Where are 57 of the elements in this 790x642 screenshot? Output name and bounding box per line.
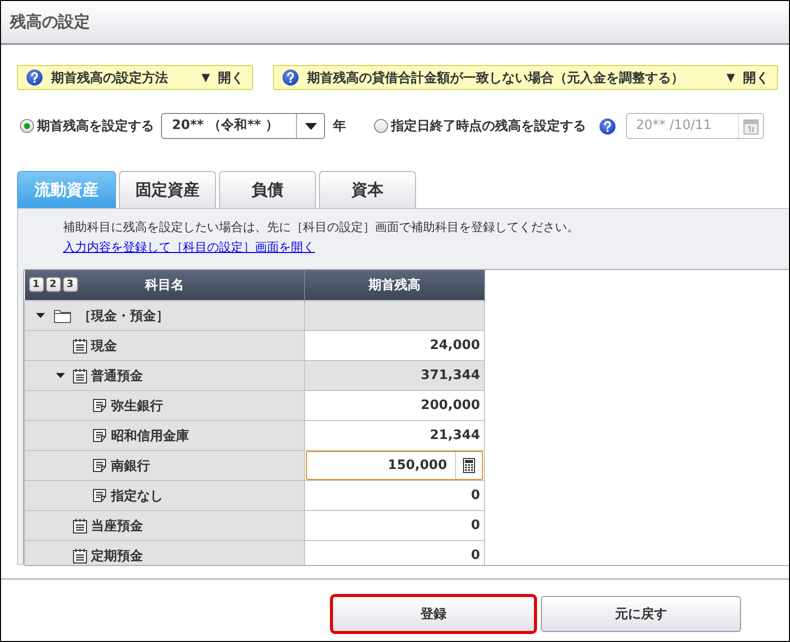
- level-button[interactable]: 1: [28, 277, 44, 292]
- notice-text: 補助科目に残高を設定したい場合は、先に［科目の設定］画面で補助科目を登録してください。: [63, 219, 580, 236]
- year-unit: 年: [333, 118, 346, 135]
- level-button[interactable]: 2: [46, 277, 60, 292]
- folder-icon: [54, 308, 71, 322]
- amount-input[interactable]: 0: [304, 540, 484, 565]
- ledger-icon: [72, 338, 88, 354]
- tab[interactable]: 資本: [319, 171, 416, 208]
- account-name[interactable]: 南銀行: [111, 456, 150, 474]
- dropdown-icon: [304, 122, 316, 130]
- amount-input[interactable]: 0: [304, 510, 484, 540]
- radio-label[interactable]: 期首残高を設定する: [37, 117, 154, 135]
- help-icon[interactable]: [26, 69, 43, 86]
- tab[interactable]: 固定資産: [119, 171, 216, 208]
- account-name[interactable]: ［現金・預金］: [78, 306, 169, 324]
- open-link[interactable]: 開く: [218, 68, 244, 86]
- level-button[interactable]: 3: [62, 277, 78, 292]
- toggle-icon: ▼: [726, 71, 735, 84]
- help-bar[interactable]: 期首残高の貸借合計金額が一致しない場合（元入金を調整する） ▼ 開く: [273, 65, 778, 90]
- collapse-icon[interactable]: [36, 311, 44, 320]
- calculator-icon[interactable]: [463, 458, 475, 473]
- account-name[interactable]: 指定なし: [111, 486, 163, 504]
- register-button[interactable]: 登録: [332, 596, 535, 632]
- note-icon: [92, 458, 108, 473]
- account-name[interactable]: 当座預金: [91, 516, 143, 534]
- note-icon: [92, 488, 108, 503]
- collapse-icon[interactable]: [56, 371, 64, 380]
- ledger-icon: [72, 368, 88, 384]
- ledger-icon: [72, 548, 88, 564]
- tab[interactable]: 負債: [219, 171, 316, 208]
- note-icon: [92, 428, 108, 443]
- amount-input[interactable]: 150,000: [304, 450, 484, 480]
- amount-input[interactable]: 0: [304, 480, 484, 510]
- column-header: 期首残高: [368, 278, 420, 293]
- account-name[interactable]: 現金: [91, 336, 117, 354]
- year-select[interactable]: 20** （令和** ）: [161, 113, 325, 139]
- toggle-icon: ▼: [202, 71, 210, 84]
- amount-input[interactable]: 200,000: [304, 390, 484, 420]
- amount-cell: 371,344: [304, 360, 484, 390]
- account-name[interactable]: 昭和信用金庫: [111, 426, 189, 444]
- account-name[interactable]: 弥生銀行: [111, 396, 163, 414]
- settings-link[interactable]: 入力内容を登録して［科目の設定］画面を開く: [63, 239, 315, 256]
- help-icon[interactable]: [599, 118, 616, 134]
- account-name[interactable]: 定期預金: [91, 546, 143, 564]
- open-link[interactable]: 開く: [743, 68, 769, 86]
- help-icon[interactable]: [282, 69, 299, 86]
- amount-input[interactable]: 21,344: [304, 420, 484, 450]
- help-title: 期首残高の貸借合計金額が一致しない場合（元入金を調整する）: [307, 70, 684, 86]
- account-name[interactable]: 普通預金: [91, 366, 143, 384]
- radio-button[interactable]: [20, 119, 34, 133]
- help-title: 期首残高の設定方法: [51, 70, 168, 86]
- help-bar[interactable]: 期首残高の設定方法 ▼ 開く: [17, 65, 253, 90]
- ledger-icon: [72, 518, 88, 534]
- note-icon: [92, 398, 108, 413]
- revert-button[interactable]: 元に戻す: [541, 596, 741, 632]
- column-header: 科目名: [144, 278, 184, 293]
- amount-input[interactable]: 24,000: [304, 330, 484, 360]
